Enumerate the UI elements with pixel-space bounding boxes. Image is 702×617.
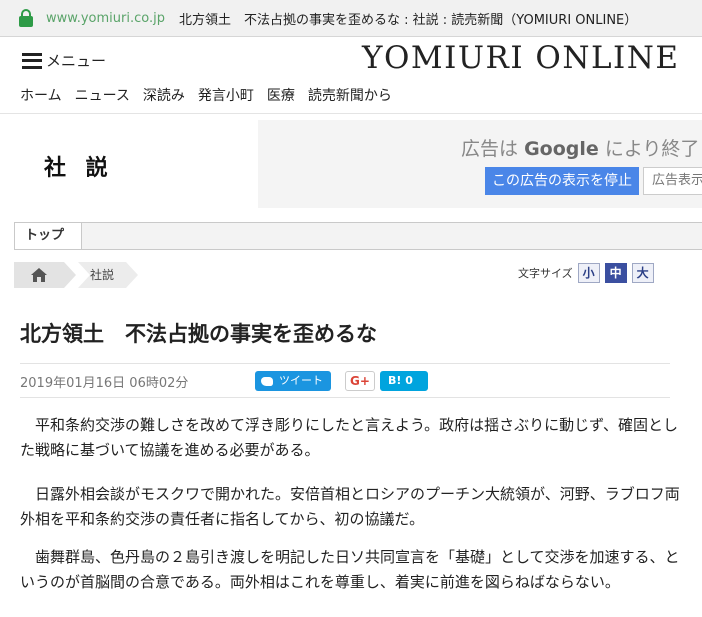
article-paragraph: 日露外相会談がモスクワで開かれた。安倍首相とロシアのプーチン大統領が、河野、ラブ… xyxy=(20,485,680,528)
lock-icon xyxy=(18,9,34,27)
section-title: 社 説 xyxy=(44,156,114,181)
font-size-small-button[interactable]: 小 xyxy=(577,263,600,283)
headline-divider xyxy=(20,363,670,364)
font-size-control: 文字サイズ 小 中 大 xyxy=(518,263,654,283)
ad-stop-button[interactable]: この広告の表示を停止 xyxy=(485,167,639,195)
breadcrumb-category[interactable]: 社説 xyxy=(78,262,138,288)
ad-settings-button[interactable]: 広告表示設定 xyxy=(643,167,702,195)
tab-top[interactable]: トップ xyxy=(15,223,82,249)
tweet-button[interactable]: ツイート xyxy=(255,371,331,391)
nav-item-newspaper[interactable]: 読売新聞から xyxy=(308,85,392,105)
gplus-button[interactable]: G+ xyxy=(345,371,375,391)
ad-banner: 広告は Google により終了 この広告の表示を停止 広告表示設定 xyxy=(258,120,702,208)
tweet-label: ツイート xyxy=(279,374,323,387)
font-size-large-button[interactable]: 大 xyxy=(631,263,654,283)
google-brand: Google xyxy=(524,138,599,160)
twitter-bird-icon xyxy=(261,376,273,386)
nav-item-news[interactable]: ニュース xyxy=(75,85,130,105)
url-domain: www.yomiuri.co.jp xyxy=(46,10,165,26)
address-bar[interactable]: www.yomiuri.co.jp 北方領土 不法占拠の事実を歪めるな : 社説… xyxy=(0,0,702,37)
hatena-bookmark-button[interactable]: B! 0 xyxy=(380,371,428,391)
font-size-label: 文字サイズ xyxy=(518,267,573,280)
nav-item-komachi[interactable]: 発言小町 xyxy=(198,85,254,105)
menu-label: メニュー xyxy=(46,52,107,70)
meta-divider xyxy=(20,397,670,398)
nav-item-home[interactable]: ホーム xyxy=(20,85,62,105)
hamburger-icon xyxy=(22,52,42,69)
page-title-text: 北方領土 不法占拠の事実を歪めるな : 社説 : 読売新聞（YOMIURI ON… xyxy=(178,12,638,28)
breadcrumb: 社説 xyxy=(14,262,138,288)
site-logo[interactable]: YOMIURI ONLINE xyxy=(362,40,680,76)
header-divider xyxy=(0,113,702,114)
font-size-medium-button[interactable]: 中 xyxy=(604,263,627,283)
home-icon xyxy=(31,268,47,282)
tab-bar: トップ xyxy=(14,222,702,250)
article-headline: 北方領土 不法占拠の事実を歪めるな xyxy=(20,322,377,346)
breadcrumb-home[interactable] xyxy=(14,262,76,288)
main-nav: ホーム ニュース 深読み 発言小町 医療 読売新聞から xyxy=(20,85,405,105)
menu-button[interactable]: メニュー xyxy=(22,50,106,71)
nav-item-medical[interactable]: 医療 xyxy=(267,85,295,105)
article-date: 2019年01月16日 06時02分 xyxy=(20,376,189,391)
ad-message: 広告は Google により終了 xyxy=(461,138,700,160)
article-paragraph: 歯舞群島、色丹島の２島引き渡しを明記した日ソ共同宣言を「基礎」として交渉を加速す… xyxy=(20,548,680,591)
nav-item-fukayomi[interactable]: 深読み xyxy=(143,85,185,105)
article-paragraph: 平和条約交渉の難しさを改めて浮き彫りにしたと言えよう。政府は揺さぶりに動じず、確… xyxy=(20,416,679,459)
